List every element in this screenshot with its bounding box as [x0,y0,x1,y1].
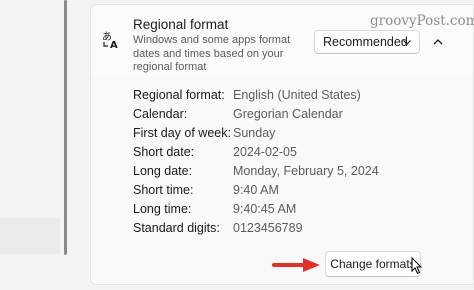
detail-value: Gregorian Calendar [233,107,343,121]
detail-value: Sunday [233,126,276,140]
change-formats-button[interactable]: Change formats [325,251,421,277]
chevron-up-icon[interactable] [428,32,448,52]
detail-value: Monday, February 5, 2024 [233,164,379,178]
svg-text:A: A [110,40,118,50]
regional-format-description: Windows and some apps format dates and t… [133,34,291,73]
dropdown-value: Recommended [323,35,408,49]
detail-label: Standard digits: [133,221,220,235]
nav-item-highlight[interactable] [0,218,60,254]
detail-label: Long time: [133,202,192,216]
detail-label: Short time: [133,183,194,197]
detail-value: 9:40 AM [233,183,279,197]
mouse-cursor-icon [411,257,423,275]
detail-value: English (United States) [233,88,361,102]
detail-value: 2024-02-05 [233,145,297,159]
regional-format-dropdown[interactable]: Recommended [314,30,420,54]
annotation-arrow-icon [272,258,320,272]
detail-value: 0123456789 [233,221,303,235]
detail-label: Long date: [133,164,193,178]
language-icon: あ A [102,31,118,50]
chevron-down-icon [403,40,411,45]
detail-value: 9:40:45 AM [233,202,297,216]
scrollbar[interactable] [64,0,67,255]
detail-label: First day of week: [133,126,231,140]
page-title: Regional format [133,17,229,32]
watermark: groovyPost.com [370,13,474,29]
detail-label: Regional format: [133,88,225,102]
detail-label: Calendar: [133,107,188,121]
detail-label: Short date: [133,145,195,159]
